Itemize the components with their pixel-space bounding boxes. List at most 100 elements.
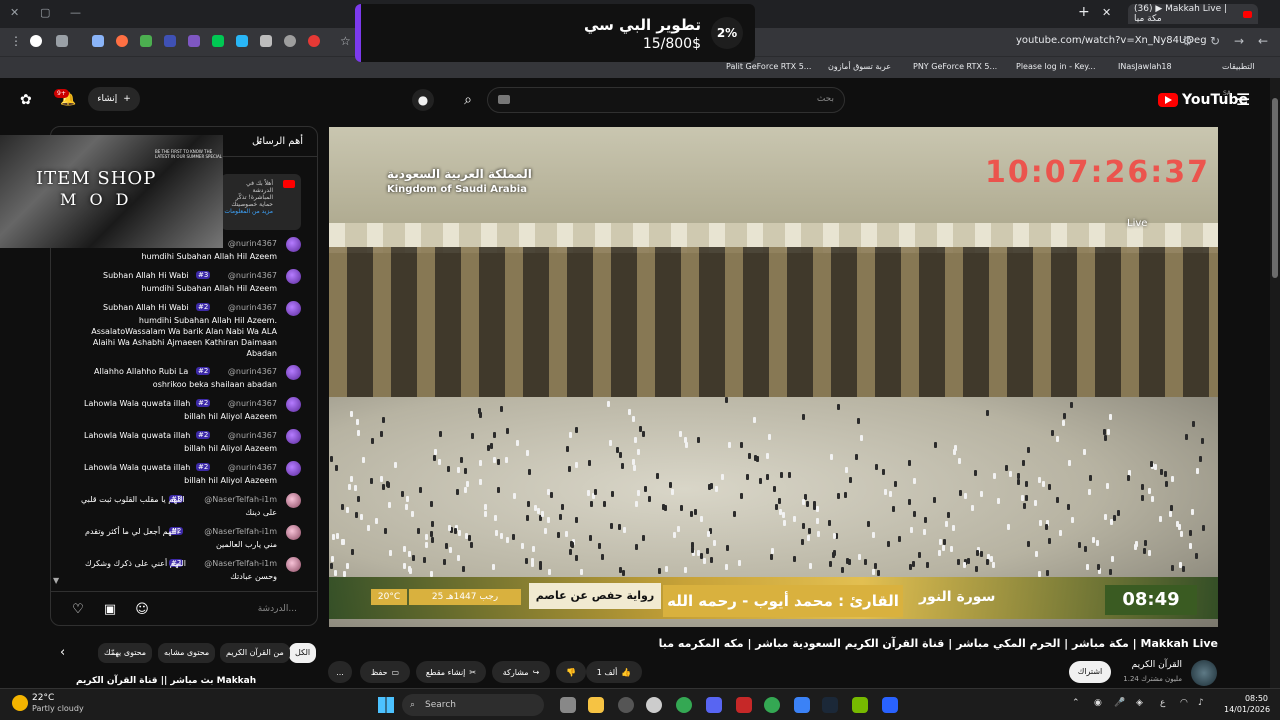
search-input[interactable]: بحث: [487, 87, 845, 113]
emoji-icon[interactable]: ☺: [133, 601, 151, 619]
bookmark-item[interactable]: Please log in - Key...: [1016, 62, 1096, 71]
new-tab-button[interactable]: +: [1078, 4, 1090, 20]
extension-icon[interactable]: [284, 35, 296, 47]
extension-icon[interactable]: [308, 35, 320, 47]
site-settings-icon[interactable]: ⚙: [1182, 34, 1193, 48]
bookmark-item[interactable]: INasJawlah18: [1118, 62, 1172, 71]
chip-from-channel[interactable]: من القرآن الكريم: [220, 643, 290, 663]
app-icon[interactable]: [618, 697, 634, 713]
dislike-button[interactable]: 👎: [556, 661, 586, 683]
tab-close-icon[interactable]: ✕: [1102, 6, 1111, 19]
subscribe-button[interactable]: اشتراك: [1069, 661, 1111, 683]
extension-icon[interactable]: [188, 35, 200, 47]
video-player[interactable]: المملكة العربية السعودية Kingdom of Saud…: [329, 127, 1218, 627]
chrome-icon[interactable]: [676, 697, 692, 713]
language-icon[interactable]: ع: [1160, 698, 1165, 708]
sound-icon[interactable]: [260, 35, 272, 47]
youtube-logo[interactable]: YouTube: [1158, 92, 1248, 108]
search-button[interactable]: ⌕: [452, 87, 484, 113]
settings-icon[interactable]: [646, 697, 662, 713]
weather-icon[interactable]: [12, 695, 28, 711]
clock[interactable]: 08:50 14/01/2026: [1224, 693, 1270, 715]
chat-username[interactable]: @nurin4367: [228, 367, 277, 376]
bookmark-star-icon[interactable]: ☆: [340, 34, 351, 48]
chrome-icon[interactable]: [764, 697, 780, 713]
extension-icon[interactable]: [140, 35, 152, 47]
chat-username[interactable]: @nurin4367: [228, 463, 277, 472]
chat-username[interactable]: @nurin4367: [228, 399, 277, 408]
crowd-figure: [859, 434, 863, 441]
tray-app-icon[interactable]: ◉: [1094, 698, 1102, 708]
file-explorer-icon[interactable]: [588, 697, 604, 713]
save-button[interactable]: حفظ ▭: [360, 661, 410, 683]
scroll-down-icon[interactable]: ▼: [53, 576, 59, 585]
tray-app-icon[interactable]: ◈: [1136, 698, 1143, 708]
bookmark-item[interactable]: عربة تسوق أمازون: [828, 62, 891, 71]
chat-username[interactable]: @nurin4367: [228, 271, 277, 280]
windows-start-icon[interactable]: [378, 697, 394, 713]
profile-icon[interactable]: [30, 35, 42, 47]
app-icon[interactable]: [882, 697, 898, 713]
task-view-icon[interactable]: [560, 697, 576, 713]
microphone-icon[interactable]: 🎤: [1114, 698, 1125, 708]
tray-chevron-icon[interactable]: ⌃: [1072, 698, 1080, 708]
extension-icon[interactable]: [212, 35, 224, 47]
weather-temperature[interactable]: 22°C: [32, 693, 54, 703]
wifi-icon[interactable]: ◠: [1180, 698, 1188, 708]
chip-for-you[interactable]: محتوى يهمّك: [98, 643, 153, 663]
reload-icon[interactable]: ↻: [1210, 34, 1220, 48]
chip-related[interactable]: محتوى مشابه: [158, 643, 216, 663]
page-scrollbar[interactable]: [1270, 78, 1280, 688]
back-icon[interactable]: ←: [1258, 34, 1268, 48]
maximize-window-icon[interactable]: ▢: [40, 6, 50, 19]
like-button[interactable]: 1 ألف 👍: [586, 661, 642, 683]
chat-username[interactable]: @nurin4367: [228, 303, 277, 312]
extension-icon[interactable]: [236, 35, 248, 47]
channel-avatar[interactable]: [1191, 660, 1217, 686]
nvidia-icon[interactable]: [852, 697, 868, 713]
notification-count: 9+: [54, 89, 69, 98]
chevron-left-icon[interactable]: ‹: [60, 645, 65, 660]
clip-button[interactable]: إنشاء مقطع ✂: [416, 661, 486, 683]
extension-icon[interactable]: [116, 35, 128, 47]
create-button[interactable]: إنشاء +: [88, 87, 140, 111]
address-bar[interactable]: youtube.com/watch?v=Xn_Ny84UDeg: [1016, 35, 1207, 46]
share-button[interactable]: مشاركة ↪: [492, 661, 550, 683]
close-window-icon[interactable]: ✕: [10, 6, 19, 19]
chip-all[interactable]: الكل: [289, 643, 317, 663]
tab-youtube[interactable]: (36) ▶ Makkah Live | مكة ميا: [1128, 4, 1258, 24]
bookmark-item[interactable]: Palit GeForce RTX 5...: [726, 62, 811, 71]
channel-name[interactable]: القرآن الكريم: [1132, 660, 1182, 670]
forward-icon[interactable]: →: [1234, 34, 1244, 48]
extension-icon[interactable]: [56, 35, 68, 47]
volume-icon[interactable]: ♪: [1198, 698, 1204, 708]
chat-username[interactable]: @nurin4367: [228, 239, 277, 248]
minimize-window-icon[interactable]: —: [70, 6, 81, 19]
extensions-menu-icon[interactable]: ⋮: [10, 34, 22, 48]
hamburger-menu-icon[interactable]: ☰: [1236, 90, 1250, 109]
chat-username[interactable]: @NaserTelfah-i1m: [204, 495, 277, 504]
recommended-title[interactable]: بث مباشر || قناة القرآن الكريم Makkah: [76, 676, 256, 686]
super-chat-icon[interactable]: ▣: [101, 601, 119, 619]
app-icon[interactable]: [736, 697, 752, 713]
discord-icon[interactable]: [706, 697, 722, 713]
extension-icon[interactable]: [164, 35, 176, 47]
scrollbar-thumb[interactable]: [1272, 98, 1278, 278]
chat-username[interactable]: @NaserTelfah-i1m: [204, 527, 277, 536]
chat-username[interactable]: @nurin4367: [228, 431, 277, 440]
chat-input[interactable]: الدردشة...: [258, 604, 297, 614]
taskbar-search[interactable]: ⌕ Search: [402, 694, 544, 716]
bookmark-apps[interactable]: التطبيقات: [1222, 62, 1254, 71]
learn-more-link[interactable]: مزيد من المعلومات: [224, 208, 273, 215]
bookmark-item[interactable]: PNY GeForce RTX 5...: [913, 62, 997, 71]
chat-username[interactable]: @NaserTelfah-i1m: [204, 559, 277, 568]
heart-icon[interactable]: ♡: [69, 601, 87, 619]
steam-icon[interactable]: [822, 697, 838, 713]
voice-search-button[interactable]: ●: [412, 89, 434, 111]
keyboard-icon[interactable]: [498, 95, 510, 104]
more-actions-button[interactable]: ...: [328, 661, 352, 683]
avatar[interactable]: ✿: [20, 92, 42, 110]
extension-icon[interactable]: [92, 35, 104, 47]
chevron-down-icon[interactable]: ⌄: [255, 135, 263, 146]
app-icon[interactable]: [794, 697, 810, 713]
